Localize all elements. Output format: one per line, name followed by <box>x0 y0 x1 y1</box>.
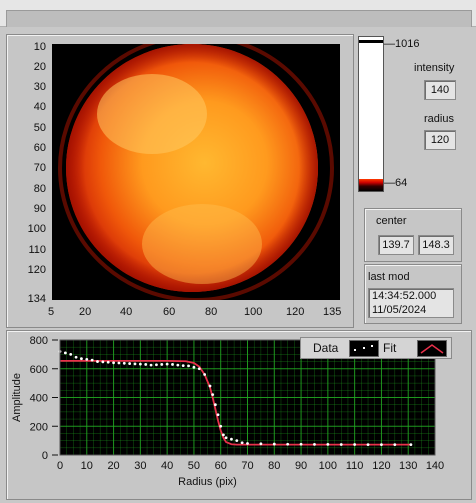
last-mod-date: 11/05/2024 <box>372 304 427 316</box>
y-tick-40: 40 <box>33 101 46 113</box>
x-tick-135: 135 <box>323 306 342 318</box>
x-tick-60: 60 <box>163 306 176 318</box>
hot-spot <box>97 74 207 154</box>
y-tick-134: 134 <box>27 293 46 305</box>
x-tick-20: 20 <box>79 306 92 318</box>
colorbar-max-label: —1016 <box>384 38 420 50</box>
colorbar-ramp <box>359 179 383 191</box>
x-tick-120: 120 <box>286 306 305 318</box>
y-tick-110: 110 <box>28 244 46 256</box>
legend-fit-swatch <box>417 340 447 357</box>
last-mod-label: last mod <box>368 271 410 283</box>
legend-data-dot <box>371 345 373 347</box>
colorbar[interactable] <box>358 36 384 192</box>
legend-fit-line <box>420 344 444 354</box>
legend-data-dot <box>363 347 365 349</box>
legend-fit-label: Fit <box>383 341 397 355</box>
y-tick-80: 80 <box>33 183 46 195</box>
intensity-image[interactable] <box>52 34 340 302</box>
y-tick-20: 20 <box>33 61 46 73</box>
x-tick-5: 5 <box>48 306 55 318</box>
intensity-label: intensity <box>414 62 455 74</box>
x-tick-40: 40 <box>120 306 133 318</box>
radius-value[interactable]: 120 <box>424 130 456 150</box>
y-tick-90: 90 <box>33 203 46 215</box>
y-tick-70: 70 <box>33 162 46 174</box>
y-tick-30: 30 <box>33 81 46 93</box>
center-x-value[interactable]: 139.7 <box>378 235 414 255</box>
y-tick-10: 10 <box>33 41 46 53</box>
image-y-ticks: 10 20 30 40 50 60 70 80 90 100 110 120 1… <box>14 40 50 305</box>
image-x-ticks: 5 20 40 60 80 100 120 135 <box>40 306 350 322</box>
legend-data-swatch <box>349 340 379 357</box>
legend-data-dot <box>354 349 356 351</box>
radius-label: radius <box>424 113 454 125</box>
top-panel-edge <box>6 10 472 27</box>
legend-data-label: Data <box>313 341 339 355</box>
center-y-value[interactable]: 148.3 <box>418 235 454 255</box>
x-tick-100: 100 <box>244 306 263 318</box>
intensity-image-canvas <box>58 34 334 302</box>
center-label: center <box>376 215 407 227</box>
y-tick-50: 50 <box>33 122 46 134</box>
x-tick-80: 80 <box>205 306 218 318</box>
y-tick-120: 120 <box>27 264 46 276</box>
intensity-value[interactable]: 140 <box>424 80 456 100</box>
colorbar-min-label: —64 <box>384 177 408 189</box>
y-tick-60: 60 <box>33 142 46 154</box>
y-tick-100: 100 <box>27 223 46 235</box>
plot-legend: Data Fit <box>300 337 452 359</box>
last-mod-time: 14:34:52.000 <box>372 290 437 302</box>
hot-spot-lower <box>142 204 262 284</box>
last-mod-value[interactable]: 14:34:52.000 11/05/2024 <box>368 288 454 318</box>
colorbar-top-mark <box>359 40 383 43</box>
